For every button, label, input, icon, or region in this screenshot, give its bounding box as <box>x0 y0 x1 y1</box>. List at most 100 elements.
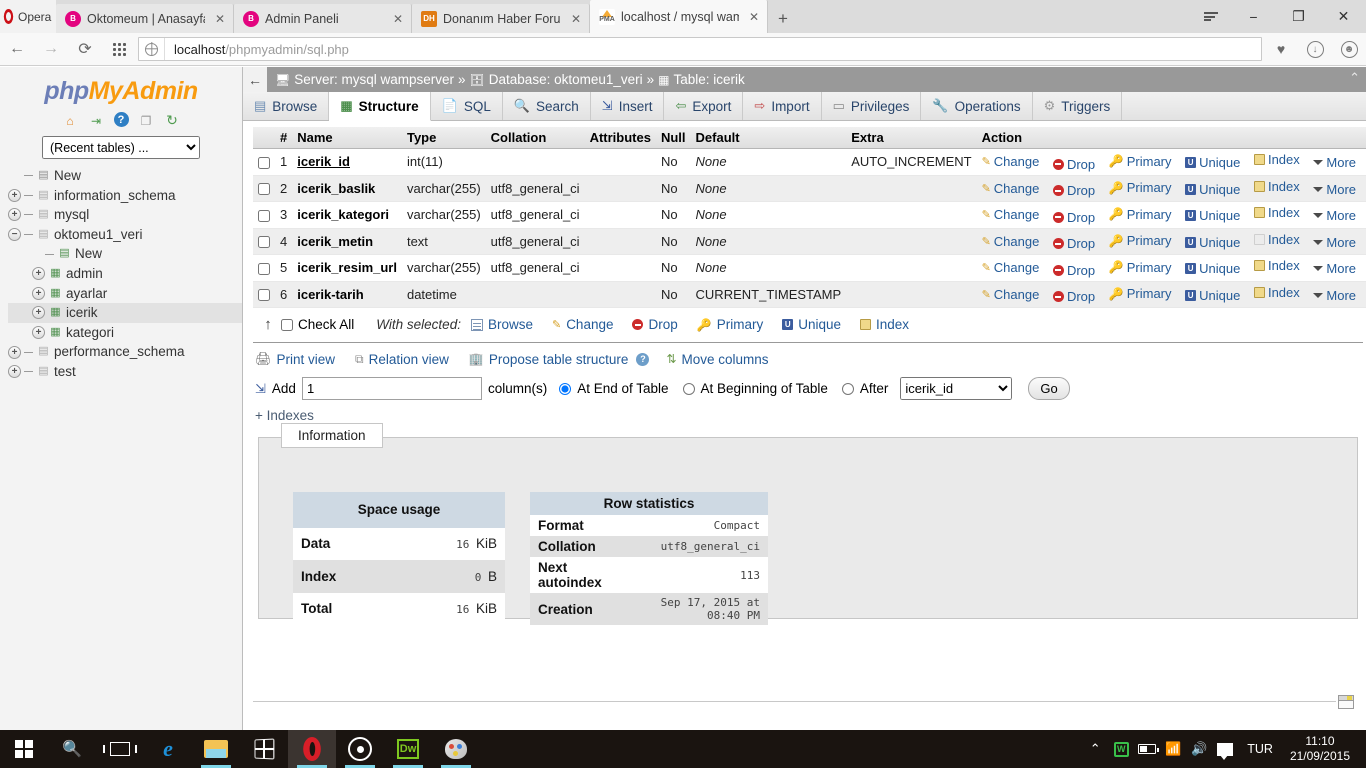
clock[interactable]: 11:10 21/09/2015 <box>1282 734 1358 764</box>
collapse-icon[interactable]: ⌃ <box>1349 70 1360 86</box>
action-label[interactable]: Unique <box>1199 288 1240 303</box>
action-index[interactable]: Index <box>1253 285 1303 300</box>
action-label[interactable]: Change <box>994 181 1040 196</box>
action-change[interactable]: ✎ Change <box>982 260 1043 275</box>
action-label[interactable]: Unique <box>1199 208 1240 223</box>
action-label[interactable]: Primary <box>1127 154 1172 169</box>
ws-drop[interactable]: Drop <box>632 317 680 332</box>
action-unique[interactable]: U Unique <box>1185 261 1243 276</box>
browser-tab-0[interactable]: B Oktomeum | Anasayfa ✕ <box>56 4 234 33</box>
task-view-button[interactable] <box>96 730 144 768</box>
action-index[interactable]: Index <box>1253 205 1303 220</box>
action-unique[interactable]: U Unique <box>1185 182 1243 197</box>
action-label[interactable]: More <box>1326 182 1356 197</box>
action-label[interactable]: Change <box>994 154 1040 169</box>
forward-icon[interactable]: → <box>34 33 68 66</box>
close-button[interactable]: ✕ <box>1321 0 1366 33</box>
action-label[interactable]: Index <box>1268 152 1300 167</box>
row-checkbox[interactable] <box>258 236 270 249</box>
tab-close-icon[interactable]: ✕ <box>211 10 229 28</box>
ws-change[interactable]: ✎ Change <box>552 317 617 332</box>
search-button[interactable]: 🔍 <box>48 730 96 768</box>
action-change[interactable]: ✎ Change <box>982 207 1043 222</box>
tree-item-ayarlar[interactable]: + ▦ ayarlar <box>8 284 242 304</box>
radio-after[interactable]: After <box>836 381 888 396</box>
expander-icon[interactable]: + <box>32 267 45 281</box>
action-index[interactable]: Index <box>1253 258 1303 273</box>
header-attributes[interactable]: Attributes <box>584 127 656 149</box>
opera-menu-icon[interactable] <box>1191 0 1231 33</box>
go-button[interactable]: Go <box>1028 377 1070 400</box>
action-center-icon[interactable] <box>1212 730 1238 768</box>
address-bar[interactable]: localhost/phpmyadmin/sql.php <box>138 37 1262 61</box>
action-label[interactable]: Primary <box>1127 233 1172 248</box>
expander-icon[interactable]: + <box>32 326 45 340</box>
table-row[interactable]: 6 icerik-tarih datetime No CURRENT_TIMES… <box>253 281 1366 308</box>
action-unique[interactable]: U Unique <box>1185 235 1243 250</box>
ws-label[interactable]: Drop <box>648 317 677 332</box>
action-drop[interactable]: Drop <box>1052 289 1098 304</box>
opera-button[interactable] <box>288 730 336 768</box>
tab-close-icon[interactable]: ✕ <box>745 8 763 26</box>
tab-search[interactable]: 🔍 Search <box>503 92 591 120</box>
action-unique[interactable]: U Unique <box>1185 208 1243 223</box>
browser-tab-2[interactable]: DH Donanım Haber Forum ✕ <box>412 4 590 33</box>
action-primary[interactable]: 🔑 Primary <box>1109 286 1175 301</box>
action-label[interactable]: More <box>1326 208 1356 223</box>
wamp-tray-icon[interactable]: W <box>1108 730 1134 768</box>
downloads-icon[interactable]: ↓ <box>1298 33 1332 66</box>
dreamweaver-button[interactable]: Dw <box>384 730 432 768</box>
paint-button[interactable] <box>432 730 480 768</box>
tab-triggers[interactable]: ⚙ Triggers <box>1033 92 1123 120</box>
expander-icon[interactable]: + <box>8 345 21 359</box>
tab-sql[interactable]: 📄 SQL <box>431 92 503 120</box>
action-label[interactable]: Drop <box>1067 289 1095 304</box>
action-drop[interactable]: Drop <box>1052 236 1098 251</box>
action-label[interactable]: More <box>1326 261 1356 276</box>
link-label[interactable]: Propose table structure <box>489 352 629 367</box>
help-icon[interactable]: ? <box>636 352 650 366</box>
action-more[interactable]: More <box>1313 182 1359 197</box>
action-more[interactable]: More <box>1313 261 1359 276</box>
ws-browse[interactable]: Browse <box>470 317 536 332</box>
action-label[interactable]: Index <box>1268 285 1300 300</box>
action-drop[interactable]: Drop <box>1052 263 1098 278</box>
tree-item-new-table[interactable]: ▤ New <box>8 244 242 264</box>
action-index[interactable]: Index <box>1253 232 1303 247</box>
row-checkbox[interactable] <box>258 209 270 222</box>
action-label[interactable]: Drop <box>1067 210 1095 225</box>
action-label[interactable]: Change <box>994 234 1040 249</box>
action-label[interactable]: Drop <box>1067 236 1095 251</box>
print-view-link[interactable]: 🖨 Print view <box>255 351 338 367</box>
radio-at-beginning-input[interactable] <box>682 382 695 395</box>
tab-operations[interactable]: 🔧 Operations <box>921 92 1033 120</box>
radio-at-end-input[interactable] <box>559 382 572 395</box>
reload-icon[interactable]: ⟳ <box>68 33 102 66</box>
action-unique[interactable]: U Unique <box>1185 288 1243 303</box>
breadcrumb-server[interactable]: Server: mysql wampserver <box>294 72 454 87</box>
tab-structure[interactable]: ▦ Structure <box>329 92 431 121</box>
tree-item-new-db[interactable]: ▤ New <box>8 166 242 186</box>
action-more[interactable]: More <box>1313 155 1359 170</box>
ws-index[interactable]: Index <box>859 317 912 332</box>
radio-at-beginning-of-table[interactable]: At Beginning of Table <box>677 381 828 396</box>
link-label[interactable]: Relation view <box>369 352 449 367</box>
tab-insert[interactable]: ⇲ Insert <box>591 92 665 120</box>
action-label[interactable]: Index <box>1268 258 1300 273</box>
select-all-arrow-icon[interactable]: ↑ <box>255 316 281 333</box>
ws-primary[interactable]: 🔑 Primary <box>697 317 766 332</box>
table-row[interactable]: 3 icerik_kategori varchar(255) utf8_gene… <box>253 201 1366 229</box>
radio-at-end-of-table[interactable]: At End of Table <box>553 381 669 396</box>
tree-item-information-schema[interactable]: + ▤ information_schema <box>8 186 242 206</box>
tree-item-mysql[interactable]: + ▤ mysql <box>8 205 242 225</box>
check-all-control[interactable]: Check All <box>281 317 354 332</box>
action-drop[interactable]: Drop <box>1052 210 1098 225</box>
logout-icon[interactable]: ⇥ <box>88 112 105 129</box>
browser-tab-1[interactable]: B Admin Paneli ✕ <box>234 4 412 33</box>
header-extra[interactable]: Extra <box>846 127 977 149</box>
expander-icon[interactable]: + <box>8 365 21 379</box>
action-label[interactable]: Primary <box>1127 260 1172 275</box>
maximize-button[interactable]: ❐ <box>1276 0 1321 33</box>
help-icon[interactable]: ? <box>113 112 129 127</box>
breadcrumb-table[interactable]: Table: icerik <box>673 72 744 87</box>
